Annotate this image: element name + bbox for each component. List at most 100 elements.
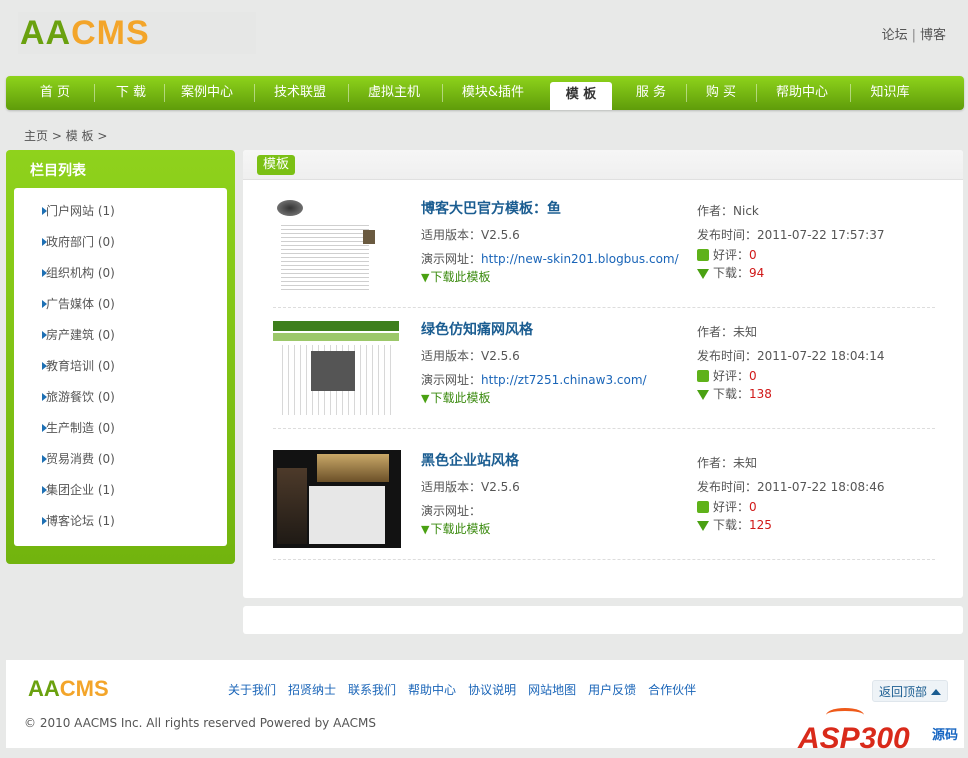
item-divider [273,428,935,429]
category-item[interactable]: 房产建筑 (0) [14,325,227,356]
published-label: 发布时间： [697,349,758,363]
template-title[interactable]: 黑色企业站风格 [421,450,519,470]
version-label: 适用版本： [421,349,482,363]
likes-value: 0 [749,369,757,383]
template-title[interactable]: 博客大巴官方模板：鱼 [421,198,561,218]
footer-link-sitemap[interactable]: 网站地图 [528,683,576,697]
downloads-label: 下载： [713,387,750,401]
blog-link[interactable]: 博客 [920,28,946,43]
pagination-bar [243,606,963,634]
main-nav: 首 页 下 载 案例中心 技术联盟 虚拟主机 模块&插件 模 板 服 务 购 买… [6,76,964,110]
nav-item-templates[interactable]: 模 板 [550,82,612,110]
category-item[interactable]: 集团企业 (1) [14,480,227,511]
version-value: V2.5.6 [481,228,520,242]
watermark-cn: 源码 [931,728,958,743]
thumbnail-graphic [277,200,303,216]
download-template-link[interactable]: ▼下载此模板 [421,520,490,537]
nav-item-home[interactable]: 首 页 [20,76,90,110]
footer-link-terms[interactable]: 协议说明 [468,683,516,697]
published-value: 2011-07-22 17:57:37 [757,228,885,242]
nav-divider [442,84,443,102]
category-link[interactable]: 集团企业 (1) [46,483,115,497]
category-item[interactable]: 生产制造 (0) [14,418,227,449]
author-line: 作者：未知 [697,454,757,471]
top-links-separator: | [911,28,916,43]
likes-line[interactable]: 好评：0 [697,246,757,263]
footer-link-feedback[interactable]: 用户反馈 [588,683,636,697]
author-label: 作者： [697,456,734,470]
nav-item-modules[interactable]: 模块&插件 [446,76,540,110]
nav-divider [164,84,165,102]
nav-divider [348,84,349,102]
download-template-link[interactable]: ▼下载此模板 [421,268,490,285]
back-to-top-button[interactable]: 返回顶部 [872,680,949,702]
breadcrumb-templates[interactable]: 模 板 [66,129,94,143]
category-item[interactable]: 组织机构 (0) [14,263,227,294]
demo-line: 演示网址：http://zt7251.chinaw3.com/ [421,371,647,388]
category-link[interactable]: 广告媒体 (0) [46,297,115,311]
category-item[interactable]: 广告媒体 (0) [14,294,227,325]
thumbnail-graphic [317,454,389,482]
demo-url-link[interactable]: http://zt7251.chinaw3.com/ [481,373,647,387]
template-thumbnail[interactable] [273,450,401,548]
footer-link-contact[interactable]: 联系我们 [348,683,396,697]
footer-link-about[interactable]: 关于我们 [228,683,276,697]
download-label: 下载此模板 [430,270,491,284]
breadcrumb-home[interactable]: 主页 [24,129,48,143]
template-thumbnail[interactable] [273,198,401,296]
forum-link[interactable]: 论坛 [882,28,908,43]
category-link[interactable]: 贸易消费 (0) [46,452,115,466]
category-item[interactable]: 旅游餐饮 (0) [14,387,227,418]
category-item[interactable]: 贸易消费 (0) [14,449,227,480]
demo-url-link[interactable]: http://new-skin201.blogbus.com/ [481,252,679,266]
likes-line[interactable]: 好评：0 [697,367,757,384]
download-label: 下载此模板 [430,522,491,536]
footer-link-jobs[interactable]: 招贤纳士 [288,683,336,697]
category-link[interactable]: 博客论坛 (1) [46,514,115,528]
nav-item-tech-alliance[interactable]: 技术联盟 [258,76,342,110]
nav-item-download[interactable]: 下 载 [96,76,166,110]
template-title[interactable]: 绿色仿知痛网风格 [421,319,533,339]
item-divider [273,559,935,560]
category-item[interactable]: 教育培训 (0) [14,356,227,387]
category-link[interactable]: 房产建筑 (0) [46,328,115,342]
template-item: 绿色仿知痛网风格 适用版本：V2.5.6 演示网址：http://zt7251.… [273,309,935,429]
category-item[interactable]: 政府部门 (0) [14,232,227,263]
likes-line[interactable]: 好评：0 [697,498,757,515]
nav-item-buy[interactable]: 购 买 [690,76,752,110]
category-link[interactable]: 组织机构 (0) [46,266,115,280]
nav-divider [686,84,687,102]
category-link[interactable]: 旅游餐饮 (0) [46,390,115,404]
footer-link-partners[interactable]: 合作伙伴 [648,683,696,697]
bullet-icon [42,331,47,339]
bullet-icon [42,362,47,370]
nav-item-hosting[interactable]: 虚拟主机 [352,76,436,110]
nav-item-knowledge[interactable]: 知识库 [854,76,926,110]
nav-divider [850,84,851,102]
site-logo[interactable]: AACMS [18,12,256,54]
nav-divider [94,84,95,102]
breadcrumb: 主页 > 模 板 > [24,127,107,144]
footer-logo[interactable]: AACMS [28,676,109,702]
published-label: 发布时间： [697,480,758,494]
category-link[interactable]: 生产制造 (0) [46,421,115,435]
nav-item-help[interactable]: 帮助中心 [760,76,844,110]
template-thumbnail[interactable] [273,319,401,417]
category-item[interactable]: 门户网站 (1) [14,201,227,232]
category-link[interactable]: 教育培训 (0) [46,359,115,373]
category-list: 门户网站 (1) 政府部门 (0) 组织机构 (0) 广告媒体 (0) 房产建筑… [14,188,227,546]
category-item[interactable]: 博客论坛 (1) [14,511,227,542]
thumbs-up-icon [697,370,709,382]
download-icon [697,269,709,279]
back-to-top-label: 返回顶部 [879,685,928,699]
likes-value: 0 [749,248,757,262]
nav-item-services[interactable]: 服 务 [620,76,682,110]
author-label: 作者： [697,204,734,218]
nav-item-cases[interactable]: 案例中心 [166,76,248,110]
download-template-link[interactable]: ▼下载此模板 [421,389,490,406]
category-link[interactable]: 政府部门 (0) [46,235,115,249]
thumbnail-graphic [309,486,385,544]
category-link[interactable]: 门户网站 (1) [46,204,115,218]
author-value: 未知 [733,456,758,470]
footer-link-help[interactable]: 帮助中心 [408,683,456,697]
